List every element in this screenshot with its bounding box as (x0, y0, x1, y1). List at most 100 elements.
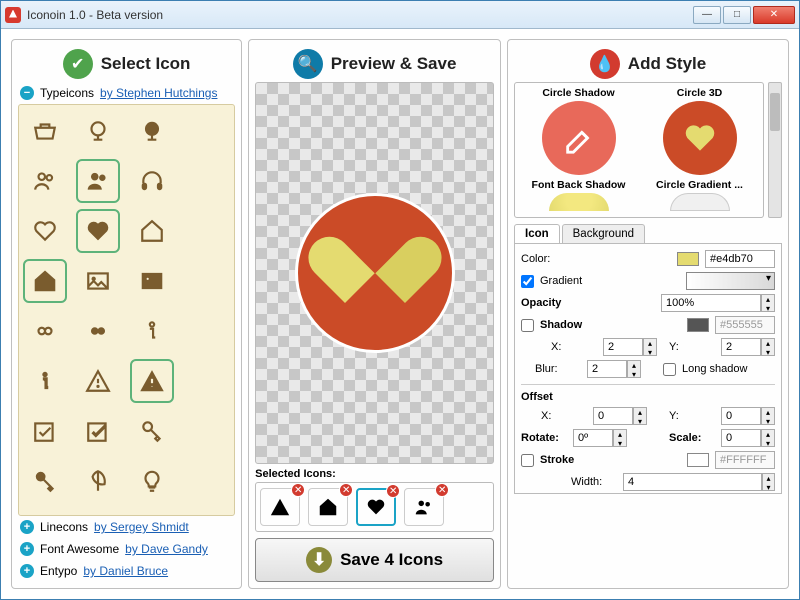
opacity-spinner[interactable]: ▴▾ (761, 294, 775, 312)
selected-users[interactable]: ✕ (404, 488, 444, 526)
check-icon: ✔ (63, 49, 93, 79)
remove-icon[interactable]: ✕ (386, 484, 400, 498)
remove-icon[interactable]: ✕ (435, 483, 449, 497)
rotate-input[interactable] (573, 429, 613, 447)
icon-home-fill[interactable] (23, 259, 67, 303)
pack-typeicons[interactable]: − Typeicons by Stephen Hutchings (18, 82, 235, 104)
shadow-x-input[interactable] (603, 338, 643, 356)
gradient-checkbox[interactable] (521, 275, 534, 288)
preset-font-back-shadow[interactable]: Font Back Shadow (519, 179, 638, 213)
stroke-checkbox[interactable] (521, 454, 534, 467)
pack-fontawesome[interactable]: + Font Awesome by Dave Gandy (18, 538, 235, 560)
icon-blank[interactable] (183, 109, 227, 153)
pack-linecons[interactable]: + Linecons by Sergey Shmidt (18, 516, 235, 538)
shadow-y-label: Y: (669, 341, 715, 353)
preset-circle-shadow[interactable]: Circle Shadow (519, 87, 638, 177)
stroke-swatch[interactable] (687, 453, 709, 467)
shadow-label: Shadow (540, 319, 586, 331)
shadow-checkbox[interactable] (521, 319, 534, 332)
icon-users-fill[interactable] (76, 159, 120, 203)
blur-input[interactable] (587, 360, 627, 378)
shadow-swatch[interactable] (687, 318, 709, 332)
offset-x-input[interactable] (593, 407, 633, 425)
maximize-button[interactable]: □ (723, 6, 751, 24)
longshadow-checkbox[interactable] (663, 363, 676, 376)
icon-heart-outline[interactable] (23, 209, 67, 253)
icon-heart-fill[interactable] (76, 209, 120, 253)
remove-icon[interactable]: ✕ (339, 483, 353, 497)
expand-icon: + (20, 542, 34, 556)
app-window: Iconoin 1.0 - Beta version — □ ✕ ✔ Selec… (0, 0, 800, 600)
icon-headphones[interactable] (130, 159, 174, 203)
preview-canvas (255, 82, 494, 464)
window-title: Iconoin 1.0 - Beta version (27, 8, 693, 22)
icon-blank7[interactable] (183, 409, 227, 453)
preset-circle-3d[interactable]: Circle 3D (640, 87, 759, 177)
pack-author-link[interactable]: by Stephen Hutchings (100, 86, 217, 100)
icon-home-outline[interactable] (130, 209, 174, 253)
stroke-label: Stroke (540, 454, 586, 466)
color-swatch[interactable] (677, 252, 699, 266)
stroke-width-input[interactable] (623, 473, 762, 491)
icon-blank2[interactable] (183, 159, 227, 203)
pack-entypo[interactable]: + Entypo by Daniel Bruce (18, 560, 235, 582)
icon-blank4[interactable] (183, 259, 227, 303)
tab-icon[interactable]: Icon (514, 224, 560, 243)
select-icon-panel: ✔ Select Icon − Typeicons by Stephen Hut… (11, 39, 242, 589)
content: ✔ Select Icon − Typeicons by Stephen Hut… (1, 29, 799, 599)
icon-globe-fill[interactable] (130, 109, 174, 153)
icon-infinity-fill[interactable] (76, 309, 120, 353)
pack-author-link[interactable]: by Dave Gandy (125, 542, 208, 556)
gradient-label: Gradient (540, 275, 586, 287)
shadow-color-input (715, 316, 775, 334)
icon-key-fill[interactable] (23, 459, 67, 503)
selected-home[interactable]: ✕ (308, 488, 348, 526)
pack-author-link[interactable]: by Daniel Bruce (83, 564, 168, 578)
icon-image-outline[interactable] (76, 259, 120, 303)
icon-check-outline[interactable] (23, 409, 67, 453)
icon-info-outline[interactable] (130, 309, 174, 353)
heart-icon (335, 233, 415, 313)
offset-label: Offset (521, 391, 775, 403)
icon-warn-outline[interactable] (76, 359, 120, 403)
selected-heart[interactable]: ✕ (356, 488, 396, 526)
search-icon: 🔍 (293, 49, 323, 79)
select-icon-title: Select Icon (101, 54, 191, 74)
icon-key-outline[interactable] (130, 409, 174, 453)
icon-users-outline[interactable] (23, 159, 67, 203)
icon-bulb[interactable] (130, 459, 174, 503)
icon-warn-fill[interactable] (130, 359, 174, 403)
close-button[interactable]: ✕ (753, 6, 795, 24)
icon-basket[interactable] (23, 109, 67, 153)
icon-blank5[interactable] (183, 309, 227, 353)
collapse-icon: − (20, 86, 34, 100)
icon-blank6[interactable] (183, 359, 227, 403)
minimize-button[interactable]: — (693, 6, 721, 24)
icon-leaf[interactable] (76, 459, 120, 503)
opacity-input[interactable] (661, 294, 761, 312)
pack-name: Typeicons (40, 86, 94, 100)
preset-circle-gradient[interactable]: Circle Gradient ... (640, 179, 759, 213)
color-input[interactable] (705, 250, 775, 268)
shadow-y-input[interactable] (721, 338, 761, 356)
gradient-select[interactable] (686, 272, 776, 290)
icon-check-fill[interactable] (76, 409, 120, 453)
pack-name: Entypo (40, 564, 77, 578)
scale-input[interactable] (721, 429, 761, 447)
save-button[interactable]: ⬇ Save 4 Icons (255, 538, 494, 582)
icon-blank3[interactable] (183, 209, 227, 253)
icon-info-fill[interactable] (23, 359, 67, 403)
styles-scrollbar[interactable] (768, 82, 782, 218)
remove-icon[interactable]: ✕ (291, 483, 305, 497)
offset-y-input[interactable] (721, 407, 761, 425)
icon-infinity-outline[interactable] (23, 309, 67, 353)
tab-background[interactable]: Background (562, 224, 645, 243)
scale-label: Scale: (669, 432, 715, 444)
rotate-label: Rotate: (521, 432, 567, 444)
stroke-width-label: Width: (571, 476, 617, 488)
selected-warn[interactable]: ✕ (260, 488, 300, 526)
style-title: Add Style (628, 54, 706, 74)
icon-globe[interactable] (76, 109, 120, 153)
icon-image-fill[interactable] (130, 259, 174, 303)
pack-author-link[interactable]: by Sergey Shmidt (94, 520, 189, 534)
